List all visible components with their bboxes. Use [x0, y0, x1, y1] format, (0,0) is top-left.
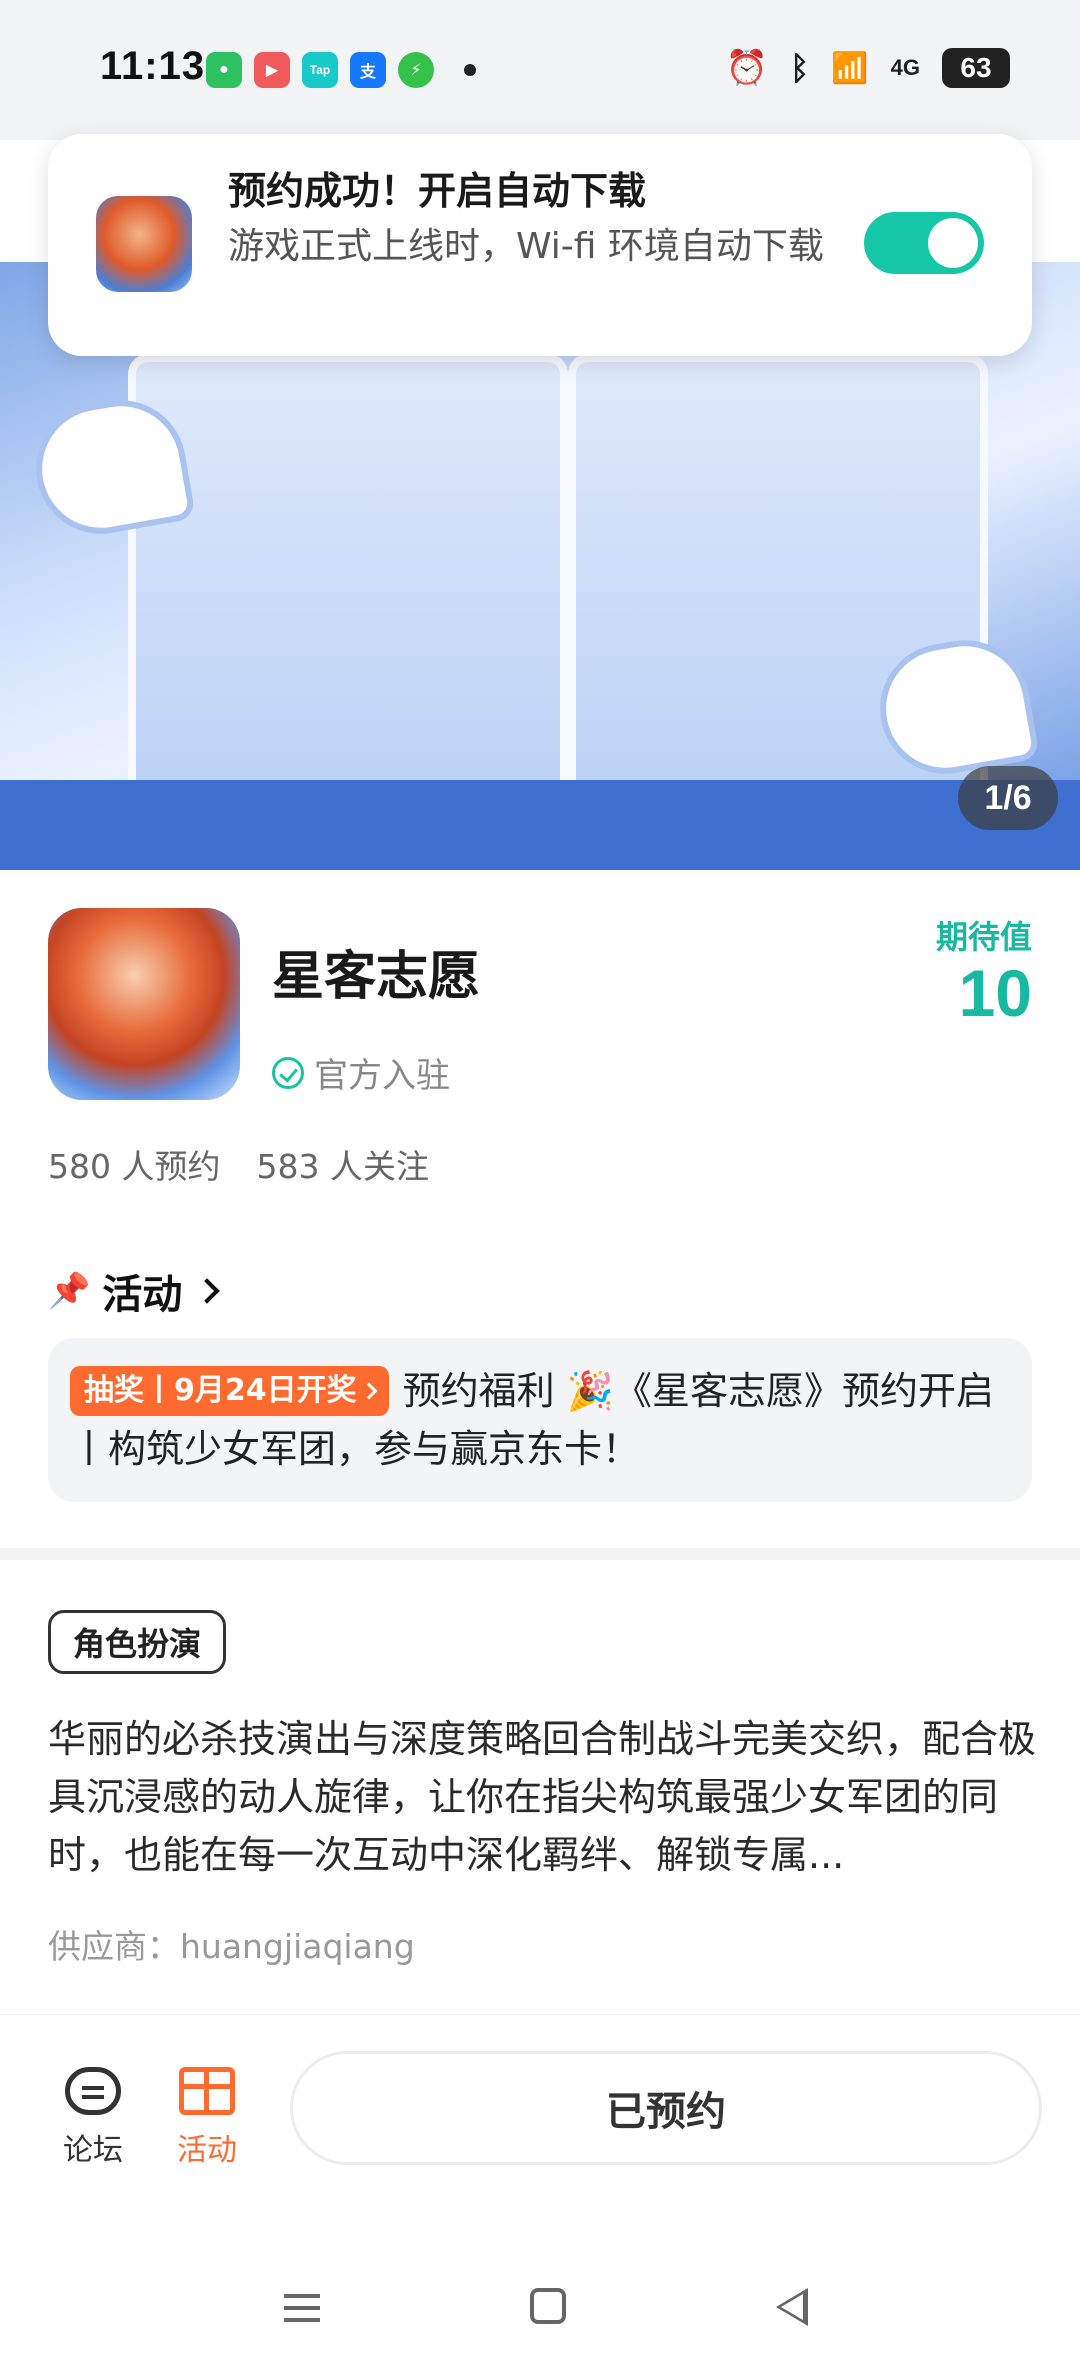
chat-bubble-icon [65, 2067, 121, 2115]
game-stats: 580 人预约 583 人关注 [48, 1140, 429, 1188]
hero-wave [0, 780, 1080, 870]
battery-indicator: 63 [942, 48, 1010, 88]
system-navigation-bar [0, 2250, 1080, 2373]
video-icon: ▶ [254, 52, 290, 88]
gift-icon [179, 2067, 235, 2115]
status-time: 11:13 [100, 44, 206, 88]
status-bar: 11:13 ● ▶ Tap 支 ⚡ ⏰ ᛒ 📶 4G 63 [0, 0, 1080, 140]
activity-title: 活动 [102, 1272, 183, 1318]
expectation-score: 期待值 10 [936, 912, 1032, 1028]
reserved-button[interactable]: 已预约 [290, 2051, 1042, 2165]
reservation-count: 580 人预约 [48, 1147, 221, 1186]
toggle-knob [928, 218, 978, 268]
lottery-badge: 抽奖丨9月24日开奖 [70, 1366, 389, 1416]
activity-tab[interactable]: 活动 [162, 2067, 252, 2169]
pin-icon: 📌 [48, 1272, 91, 1310]
game-description[interactable]: 华丽的必杀技演出与深度策略回合制战斗完美交织，配合极具沉浸感的动人旋律，让你在指… [48, 1710, 1038, 1884]
official-label: 官方入驻 [314, 1056, 450, 1096]
supplier-info: 供应商：huangjiaqiang [48, 1927, 415, 1966]
alarm-icon: ⏰ [725, 49, 769, 87]
chevron-right-icon [360, 1382, 378, 1400]
forum-label: 论坛 [63, 2133, 123, 2168]
genre-tag[interactable]: 角色扮演 [48, 1610, 227, 1674]
chevron-right-icon [194, 1278, 221, 1304]
wifi-icon: 📶 [831, 51, 869, 85]
image-counter: 1/6 [958, 766, 1058, 830]
bottom-action-bar: 论坛 活动 已预约 [0, 2014, 1080, 2214]
wechat-icon: ● [206, 52, 242, 88]
back-icon[interactable] [776, 2288, 808, 2326]
game-icon [48, 908, 240, 1100]
network-type: 4G [890, 55, 920, 80]
menu-icon[interactable] [284, 2294, 320, 2298]
toast-subtitle: 游戏正式上线时，Wi-fi 环境自动下载 [228, 226, 824, 267]
alipay-icon: 支 [350, 52, 386, 88]
taptap-icon: Tap [302, 52, 338, 88]
auto-download-toggle[interactable] [864, 212, 984, 274]
follower-count: 583 人关注 [256, 1147, 429, 1186]
more-notifications-icon [464, 64, 476, 76]
notification-icons: ● ▶ Tap 支 ⚡ [206, 52, 476, 88]
bluetooth-icon: ᛒ [790, 49, 810, 86]
status-right: ⏰ ᛒ 📶 4G 63 [726, 48, 1010, 88]
auto-download-toast: 预约成功！开启自动下载 游戏正式上线时，Wi-fi 环境自动下载 [48, 134, 1032, 356]
hero-art-panel [128, 354, 568, 802]
expectation-label: 期待值 [935, 918, 1032, 956]
security-icon: ⚡ [398, 52, 434, 88]
expectation-value: 10 [958, 956, 1032, 1030]
section-divider [0, 1548, 1080, 1560]
game-title: 星客志愿 [272, 947, 481, 1007]
official-badge: 官方入驻 [272, 1048, 450, 1097]
game-app-icon [96, 196, 192, 292]
lottery-badge-label: 抽奖丨9月24日开奖 [84, 1373, 357, 1408]
check-circle-icon [272, 1056, 304, 1089]
toast-title: 预约成功！开启自动下载 [228, 169, 647, 213]
home-icon[interactable] [530, 2288, 566, 2324]
activity-label: 活动 [177, 2133, 237, 2168]
activity-section-header[interactable]: 📌 活动 [48, 1262, 221, 1320]
activity-card[interactable]: 抽奖丨9月24日开奖 预约福利 🎉《星客志愿》预约开启丨构筑少女军团，参与赢京东卡… [48, 1338, 1032, 1502]
forum-tab[interactable]: 论坛 [48, 2067, 138, 2169]
